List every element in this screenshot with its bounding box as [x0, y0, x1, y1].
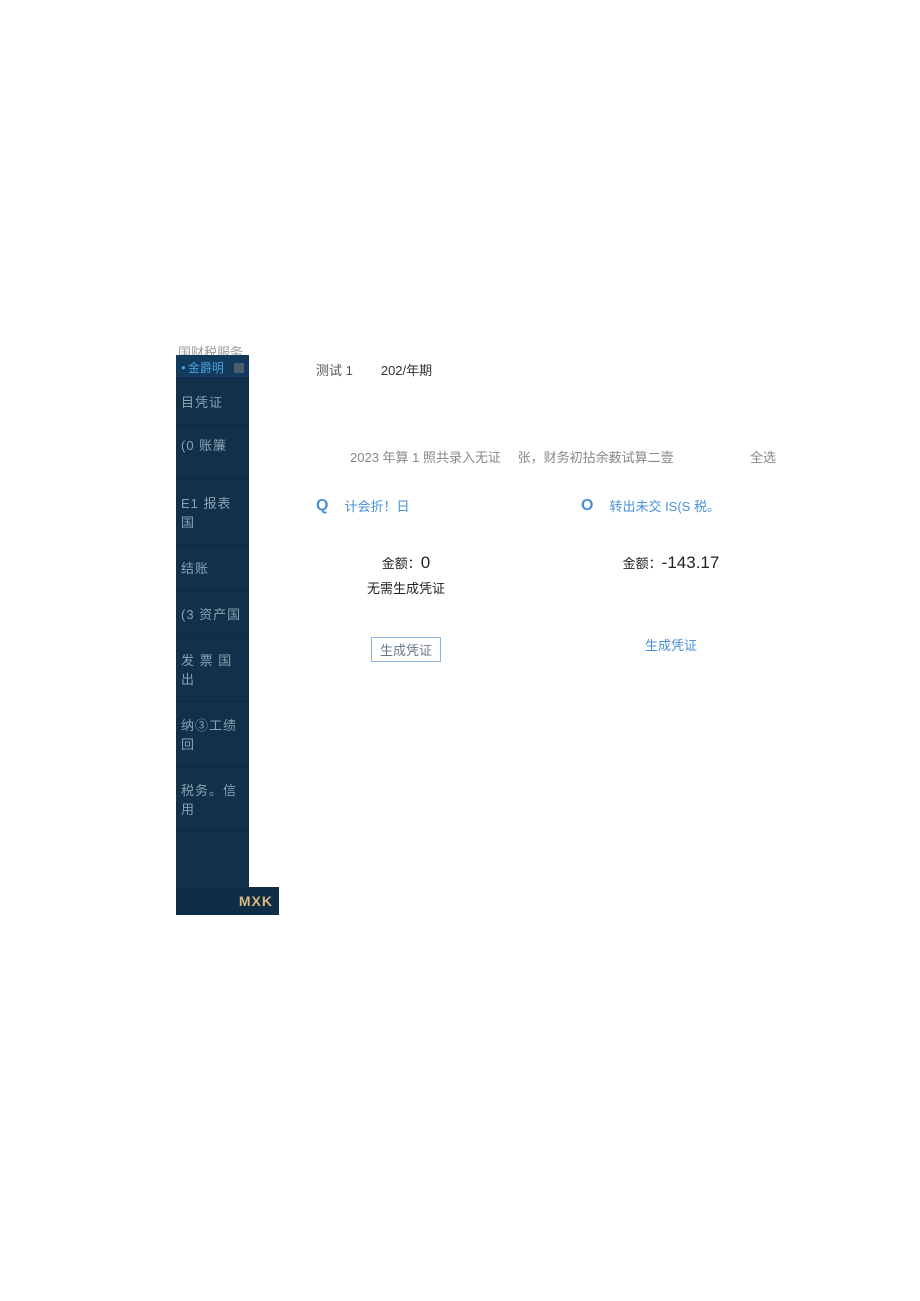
main-area: 测试 1 202/年期 2023 年算 1 照共录入无证 张，财务初拈余薮试算二…: [316, 360, 776, 662]
magnify-icon: Q: [316, 497, 328, 515]
generate-voucher-button[interactable]: 生成凭证: [636, 633, 706, 656]
card-amount: 金额：0: [316, 553, 496, 573]
card-amount: 金额：-143.17: [581, 553, 761, 573]
sidebar-spacer: [176, 832, 249, 887]
card-title: 转出未交 IS(S 税。: [609, 496, 720, 515]
amount-value: -143.17: [662, 553, 720, 572]
sidebar-item-payroll[interactable]: 纳③工绩回: [176, 702, 249, 767]
topline: 测试 1 202/年期: [316, 360, 776, 379]
summary-text: 2023 年算 1 照共录入无证 张，财务初拈余薮试算二壹: [350, 447, 674, 466]
card-head: O 转出未交 IS(S 税。: [581, 496, 761, 515]
summary-row: 2023 年算 1 照共录入无证 张，财务初拈余薮试算二壹 全选: [316, 447, 776, 466]
sidebar-item-close[interactable]: 结账: [176, 545, 249, 591]
square-icon: [234, 363, 244, 373]
sidebar: ● 金爵明 目凭证 (0 账簾 E1 报表国 结账 (3 资产国 发 票 国 出…: [176, 355, 249, 915]
circle-icon: O: [581, 497, 593, 515]
sidebar-item-ledger[interactable]: (0 账簾: [176, 425, 249, 480]
sidebar-item-report[interactable]: E1 报表国: [176, 480, 249, 545]
amount-label: 金额：: [382, 556, 421, 571]
cards-row: Q 计会折！日 金额：0 无需生成凭证 生成凭证 O 转出未交 IS(S 税。 …: [316, 496, 776, 662]
sidebar-top-item[interactable]: ● 金爵明: [176, 355, 249, 379]
amount-label: 金额：: [623, 556, 662, 571]
test-label: 测试 1: [316, 360, 353, 379]
sidebar-top-label: 金爵明: [188, 359, 224, 376]
card-head: Q 计会折！日: [316, 496, 496, 515]
sidebar-item-voucher[interactable]: 目凭证: [176, 379, 249, 425]
period-label: 202/年期: [381, 360, 432, 379]
generate-voucher-button[interactable]: 生成凭证: [371, 637, 441, 662]
card-title: 计会折！日: [344, 496, 409, 515]
card-tax-transfer: O 转出未交 IS(S 税。 金额：-143.17 生成凭证: [581, 496, 761, 662]
sidebar-item-asset[interactable]: (3 资产国: [176, 591, 249, 637]
sidebar-item-invoice[interactable]: 发 票 国 出: [176, 637, 249, 702]
card-note: 无需生成凭证: [316, 578, 496, 597]
brand-label: 国财税服务: [178, 342, 776, 361]
select-all-link[interactable]: 全选: [750, 447, 776, 466]
amount-value: 0: [421, 553, 430, 572]
sidebar-item-tax[interactable]: 税务。信用: [176, 767, 249, 832]
sidebar-mxk[interactable]: MXK: [176, 887, 279, 915]
card-depreciation: Q 计会折！日 金额：0 无需生成凭证 生成凭证: [316, 496, 496, 662]
dot-icon: ●: [181, 363, 186, 372]
